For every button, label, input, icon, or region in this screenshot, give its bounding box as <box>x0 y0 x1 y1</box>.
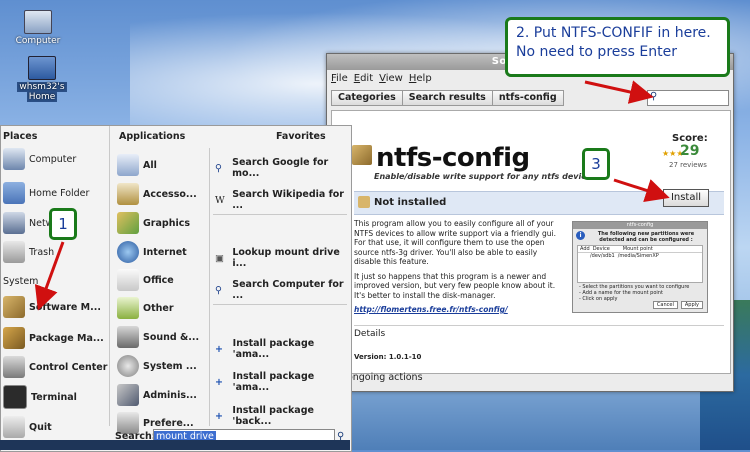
app-category-sound[interactable]: Sound &... <box>117 326 199 348</box>
terminal-icon <box>3 385 27 409</box>
place-home-folder[interactable]: Home Folder <box>3 182 89 204</box>
crumb-ntfs-config[interactable]: ntfs-config <box>491 90 564 106</box>
favorite-search-wikipedia[interactable]: W Search Wikipedia for ... <box>215 189 351 211</box>
package-manager-icon <box>3 327 25 349</box>
install-button[interactable]: Install <box>663 189 709 207</box>
partition-table: Add Device Mount point /dev/sdb1 /media/… <box>577 245 703 283</box>
favorite-search-computer[interactable]: ⚲ Search Computer for ... <box>215 279 351 301</box>
package-icon <box>352 145 372 165</box>
control-center-icon <box>3 356 25 378</box>
package-summary: Enable/disable write support for any ntf… <box>374 172 597 181</box>
package-screenshot[interactable]: ntfs-config i The following new partitio… <box>572 221 708 313</box>
callout-step-3: 3 <box>582 148 610 180</box>
all-apps-icon <box>117 154 139 176</box>
package-status-icon <box>358 196 370 208</box>
callout-step-2: 2. Put NTFS-CONFIF in here. No need to p… <box>505 17 730 77</box>
app-category-internet[interactable]: Internet <box>117 241 187 263</box>
screenshot-heading: i The following new partitions were dete… <box>573 229 707 245</box>
app-category-office[interactable]: Office <box>117 269 174 291</box>
system-package-manager[interactable]: Package Ma... <box>3 327 104 349</box>
description-paragraph: This program allow you to easily configu… <box>354 219 556 266</box>
favorite-install-package[interactable]: + Install package 'ama... <box>215 338 351 360</box>
place-network[interactable]: Netw <box>3 212 53 234</box>
system-control-center[interactable]: Control Center <box>3 356 107 378</box>
menu-help[interactable]: Help <box>409 73 432 84</box>
plus-icon: + <box>215 410 223 422</box>
places-header: Places <box>3 131 38 142</box>
search-icon: ⚲ <box>215 284 222 296</box>
breadcrumb: Categories Search results ntfs-config <box>331 90 564 106</box>
computer-icon <box>24 10 52 34</box>
place-trash[interactable]: Trash <box>3 241 54 263</box>
app-category-all[interactable]: All <box>117 154 157 176</box>
applications-header: Applications <box>119 131 186 142</box>
software-manager-window: Software Ma File Edit View Help Categori… <box>326 53 734 392</box>
package-version: Version: 1.0.1-10 <box>354 353 422 361</box>
network-icon <box>3 212 25 234</box>
desktop-icon-computer[interactable]: Computer <box>6 10 70 46</box>
app-category-graphics[interactable]: Graphics <box>117 212 190 234</box>
computer-icon <box>3 148 25 170</box>
package-search-input[interactable]: ⚲ <box>647 90 729 106</box>
system-quit[interactable]: Quit <box>3 416 52 438</box>
menu-file[interactable]: File <box>331 73 348 84</box>
package-description: This program allow you to easily configu… <box>354 219 564 315</box>
favorite-lookup-dictionary[interactable]: ▣ Lookup mount drive i... <box>215 247 351 269</box>
package-name: ntfs-config <box>376 143 530 173</box>
search-icon: ⚲ <box>650 91 658 102</box>
screenshot-notes: - Select the partitions you want to conf… <box>579 284 690 302</box>
start-menu: Places Computer Home Folder Netw Trash S… <box>0 125 352 452</box>
sound-icon <box>117 326 139 348</box>
taskbar <box>0 440 350 450</box>
review-count: 27 reviews <box>669 161 707 169</box>
favorites-header: Favorites <box>276 131 326 142</box>
software-manager-icon <box>3 296 25 318</box>
package-details-pane: ntfs-config Enable/disable write support… <box>331 110 731 374</box>
install-status: Not installed <box>374 197 447 208</box>
system-header: System <box>3 276 39 287</box>
quit-icon <box>3 416 25 438</box>
plus-icon: + <box>215 376 223 388</box>
wikipedia-icon: W <box>215 194 225 206</box>
place-computer[interactable]: Computer <box>3 148 76 170</box>
graphics-icon <box>117 212 139 234</box>
homepage-link[interactable]: http://flomertens.free.fr/ntfs-config/ <box>354 305 508 314</box>
dictionary-icon: ▣ <box>215 252 224 264</box>
details-section[interactable]: Details <box>354 325 724 339</box>
crumb-search-results[interactable]: Search results <box>401 90 493 106</box>
system-terminal[interactable]: Terminal <box>3 385 77 409</box>
search-icon: ⚲ <box>215 162 222 174</box>
crumb-categories[interactable]: Categories <box>331 90 403 106</box>
home-folder-icon <box>28 56 56 80</box>
system-icon <box>117 355 139 377</box>
plus-icon: + <box>215 343 223 355</box>
table-row: /dev/sdb1 /media/SimenXP <box>590 253 659 259</box>
app-category-system[interactable]: System ... <box>117 355 197 377</box>
details-label: Details <box>354 329 386 339</box>
internet-icon <box>117 241 139 263</box>
score-value: 29 <box>680 143 700 159</box>
menu-edit[interactable]: Edit <box>354 73 373 84</box>
accessories-icon <box>117 183 139 205</box>
favorite-search-google[interactable]: ⚲ Search Google for mo... <box>215 157 351 179</box>
trash-icon <box>3 241 25 263</box>
app-category-accessories[interactable]: Accesso... <box>117 183 197 205</box>
favorite-install-package[interactable]: + Install package 'ama... <box>215 371 351 393</box>
menu-view[interactable]: View <box>379 73 403 84</box>
app-category-other[interactable]: Other <box>117 297 174 319</box>
office-icon <box>117 269 139 291</box>
administration-icon <box>117 384 139 406</box>
other-icon <box>117 297 139 319</box>
info-icon: i <box>576 231 585 240</box>
system-software-manager[interactable]: Software M... <box>3 296 101 318</box>
description-paragraph: It just so happens that this program is … <box>354 271 556 300</box>
app-category-administration[interactable]: Adminis... <box>117 384 197 406</box>
favorite-install-package[interactable]: + Install package 'back... <box>215 405 351 427</box>
desktop-icon-home[interactable]: whsm32's Home <box>10 56 74 102</box>
callout-step-1: 1 <box>49 208 77 240</box>
home-folder-icon <box>3 182 25 204</box>
